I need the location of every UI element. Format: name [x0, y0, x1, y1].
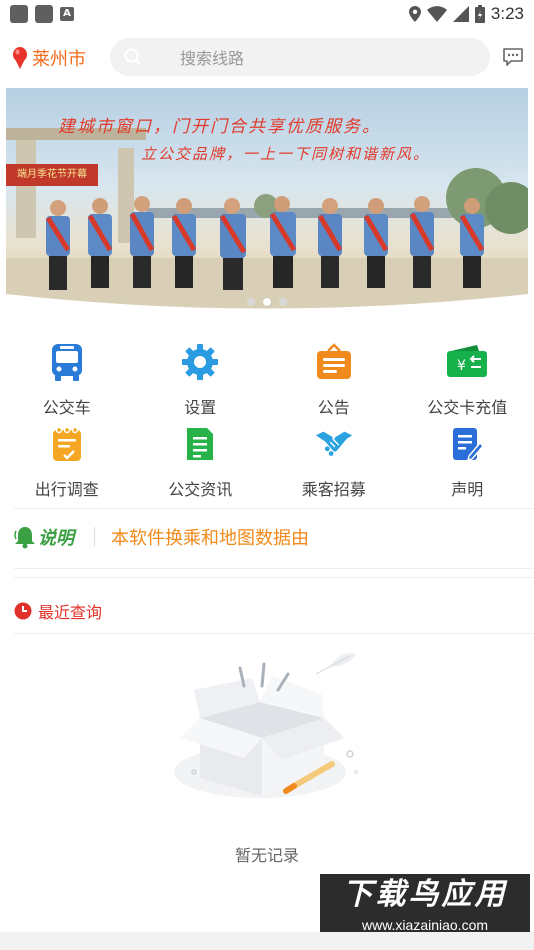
clock: 3:23 [490, 4, 524, 23]
announcement-icon [316, 343, 351, 379]
location-pin-icon [13, 47, 27, 69]
gear-icon [182, 344, 219, 380]
banner-carousel[interactable]: 建城市窗口，门开门合共享优质服务。 立公交品牌，一上一下同树和谐新风。 端月季花… [6, 88, 528, 310]
bus-icon [51, 344, 82, 381]
carousel-dot[interactable] [247, 298, 255, 306]
banner-slogan-2: 立公交品牌，一上一下同树和谐新风。 [141, 145, 431, 163]
grid-item-announcement[interactable]: 公告 [267, 342, 401, 424]
carousel-indicator [6, 298, 528, 306]
location-icon [408, 6, 421, 22]
grid-item-bus[interactable]: 公交车 [0, 342, 134, 424]
search-icon [124, 48, 142, 66]
carousel-dot[interactable] [279, 298, 287, 306]
banner-slogan-1: 建城市窗口，门开门合共享优质服务。 [58, 117, 381, 137]
banner-sign: 端月季花节开幕 [6, 164, 98, 186]
city-selector[interactable]: 莱州市 [12, 45, 106, 71]
carousel-dot-active[interactable] [263, 298, 271, 306]
header: 莱州市 搜索线路 [0, 36, 534, 80]
grid-label: 声明 [451, 480, 484, 499]
search-input[interactable]: 搜索线路 [180, 45, 244, 69]
notification-icon [10, 5, 28, 23]
grid-item-bus-news[interactable]: 公交资讯 [134, 424, 268, 506]
statement-icon [453, 428, 484, 462]
status-bar: A 3:23 [0, 0, 534, 28]
battery-icon [474, 5, 485, 23]
clock-icon [14, 602, 32, 619]
recent-queries-header: 最近查询 [14, 588, 534, 634]
wifi-icon [426, 6, 447, 22]
grid-label: 公交车 [42, 398, 91, 417]
search-bar[interactable]: 搜索线路 [110, 38, 490, 76]
handshake-icon [315, 431, 352, 456]
grid-item-survey[interactable]: 出行调查 [0, 424, 134, 506]
grid-label: 公交卡充值 [427, 398, 508, 417]
grid-item-settings[interactable]: 设置 [134, 342, 268, 424]
grid-label: 设置 [184, 398, 217, 417]
grid-label: 乘客招募 [301, 480, 366, 499]
grid-item-card-recharge[interactable]: ¥ 公交卡充值 [401, 342, 534, 424]
empty-state-text: 暂无记录 [234, 846, 299, 865]
svg-text:¥: ¥ [457, 358, 466, 374]
notice-brand: 说明 [38, 527, 74, 549]
divider [94, 526, 95, 547]
city-name: 莱州市 [32, 49, 86, 70]
message-icon[interactable] [502, 46, 524, 68]
news-icon [187, 428, 214, 460]
grid-label: 公告 [317, 398, 350, 417]
grid-item-passenger-recruit[interactable]: 乘客招募 [267, 424, 401, 506]
recent-title: 最近查询 [38, 602, 103, 622]
empty-box-illustration [174, 653, 358, 798]
grid-label: 出行调查 [34, 480, 99, 499]
notice-bar[interactable]: 说明 本软件换乘和地图数据由 [14, 508, 534, 564]
section-divider [14, 568, 534, 578]
grid-item-statement[interactable]: 声明 [401, 424, 534, 506]
app-notification-icon: A [60, 7, 74, 21]
feature-grid: 公交车 设置 公告 ¥ 公交卡充值 出行调查 公交资讯 乘客招募 声明 [0, 342, 534, 506]
notice-text: 本软件换乘和地图数据由 [111, 527, 309, 549]
grid-label: 公交资讯 [168, 480, 233, 499]
signal-icon [452, 6, 469, 22]
bottom-strip [0, 932, 534, 950]
wallet-icon: ¥ [447, 345, 488, 377]
notification-icon [35, 5, 53, 23]
watermark-title: 下载鸟应用 [342, 877, 508, 912]
bell-icon [14, 526, 35, 548]
survey-icon [52, 426, 81, 461]
